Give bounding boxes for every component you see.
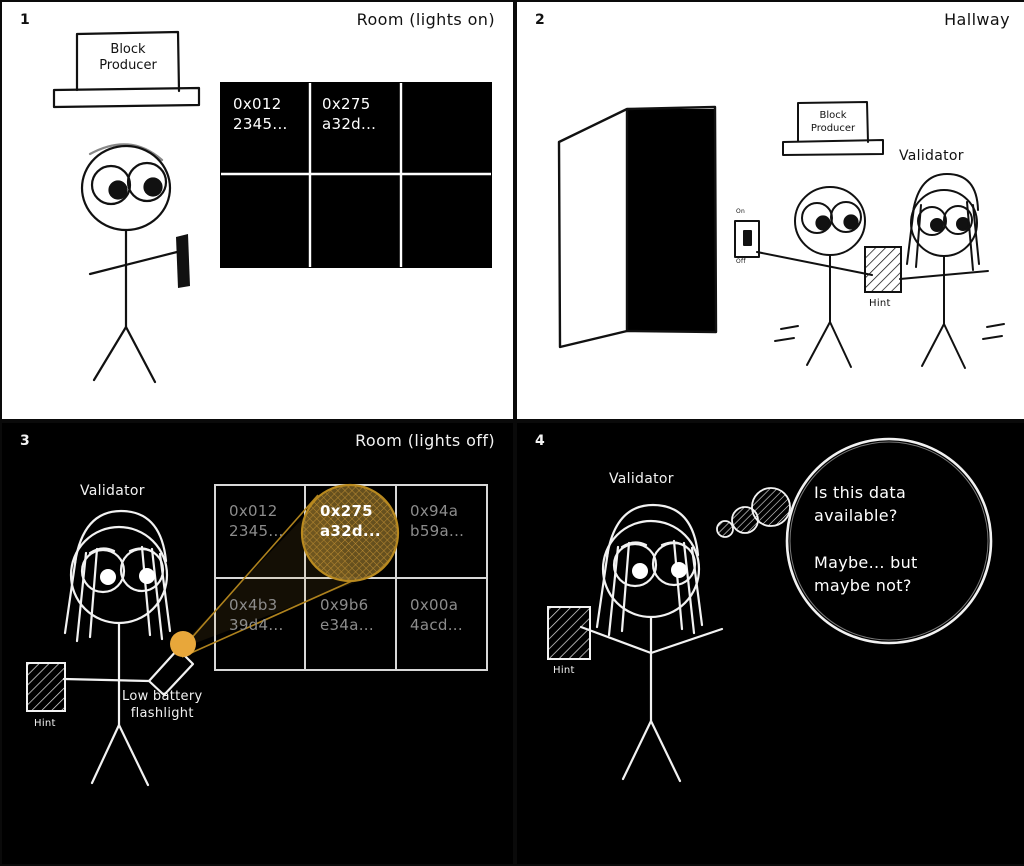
hint-block-2 bbox=[864, 246, 902, 293]
arm-bp-2 bbox=[756, 251, 873, 276]
grid-cell-1: 0x275 a32d... bbox=[322, 95, 377, 134]
grid3-cell-0: 0x012 2345... bbox=[229, 502, 284, 541]
arm-bp bbox=[88, 250, 179, 276]
pupil-left-val3 bbox=[100, 569, 116, 585]
pupil-right-val3 bbox=[139, 568, 155, 584]
pupil-left-val4 bbox=[632, 563, 648, 579]
grid3-cell-1: 0x275 a32d... bbox=[320, 502, 381, 541]
pupil-right-2 bbox=[843, 214, 859, 230]
grid3-cell-2: 0x94a b59a... bbox=[410, 502, 465, 541]
thought-bubble-text: Is this data available? Maybe... but may… bbox=[814, 483, 918, 595]
panel-3-art bbox=[26, 483, 488, 787]
panel-2-art bbox=[557, 101, 1005, 369]
validator-label-3: Validator bbox=[80, 483, 145, 499]
grid3-cell-4: 0x9b6 e34a... bbox=[320, 596, 374, 635]
hint-block-3 bbox=[26, 662, 66, 712]
motion-lines-right bbox=[982, 323, 1005, 340]
switch-on-label: On bbox=[736, 208, 746, 215]
tophat-brim bbox=[52, 86, 201, 109]
pupil-left bbox=[108, 180, 128, 200]
pupil-right-val4 bbox=[671, 562, 687, 578]
arm-val-3 bbox=[62, 677, 151, 683]
thought-dot-large bbox=[751, 487, 791, 527]
hint-label-3: Hint bbox=[34, 718, 56, 729]
hint-label-4: Hint bbox=[553, 665, 575, 676]
hint-block-4 bbox=[547, 606, 591, 660]
pupil-right bbox=[143, 177, 163, 197]
legs-bp bbox=[92, 325, 157, 384]
grid3-cell-5: 0x00a 4acd... bbox=[410, 596, 463, 635]
grid-cell-0: 0x012 2345... bbox=[233, 95, 288, 134]
pupil-left-val2 bbox=[930, 218, 944, 232]
pupil-left-2 bbox=[815, 215, 831, 231]
grid3-cell-3: 0x4b3 39d4... bbox=[229, 596, 284, 635]
pupil-right-val2 bbox=[956, 217, 970, 231]
motion-lines-left bbox=[774, 325, 799, 342]
panel-2: 2 Hallway Block Producer Validator On Of… bbox=[517, 2, 1024, 419]
hint-label-2: Hint bbox=[869, 298, 891, 309]
panel-4: 4 Validator Hint Is this data available?… bbox=[517, 423, 1024, 864]
comic-strip: 1 Room (lights on) Block Producer 0x012 … bbox=[0, 0, 1024, 866]
legs-val-3 bbox=[90, 723, 150, 787]
legs-bp-2 bbox=[806, 321, 852, 368]
flashlight-label: Low battery flashlight bbox=[122, 689, 203, 721]
legs-val-4 bbox=[621, 719, 682, 783]
switch-off-label: Off bbox=[736, 258, 746, 265]
validator-label-4: Validator bbox=[609, 471, 674, 487]
tophat-label-bp-2: Block Producer bbox=[810, 110, 856, 134]
validator-label-2: Validator bbox=[899, 148, 964, 164]
tophat-label-bp: Block Producer bbox=[99, 42, 157, 74]
hair-strands-4 bbox=[595, 539, 704, 637]
thought-dot-small bbox=[716, 520, 734, 538]
legs-val-2 bbox=[921, 323, 966, 369]
panel-1: 1 Room (lights on) Block Producer 0x012 … bbox=[2, 2, 513, 419]
panel-3: 3 Room (lights off) Validator Hint Low b… bbox=[2, 423, 513, 864]
hair-strands-3 bbox=[63, 545, 172, 643]
dark-room bbox=[627, 109, 715, 331]
switch-toggle bbox=[743, 230, 752, 246]
door-leaf bbox=[557, 107, 628, 349]
held-block bbox=[176, 234, 190, 288]
flashlight-bulb bbox=[170, 631, 196, 657]
